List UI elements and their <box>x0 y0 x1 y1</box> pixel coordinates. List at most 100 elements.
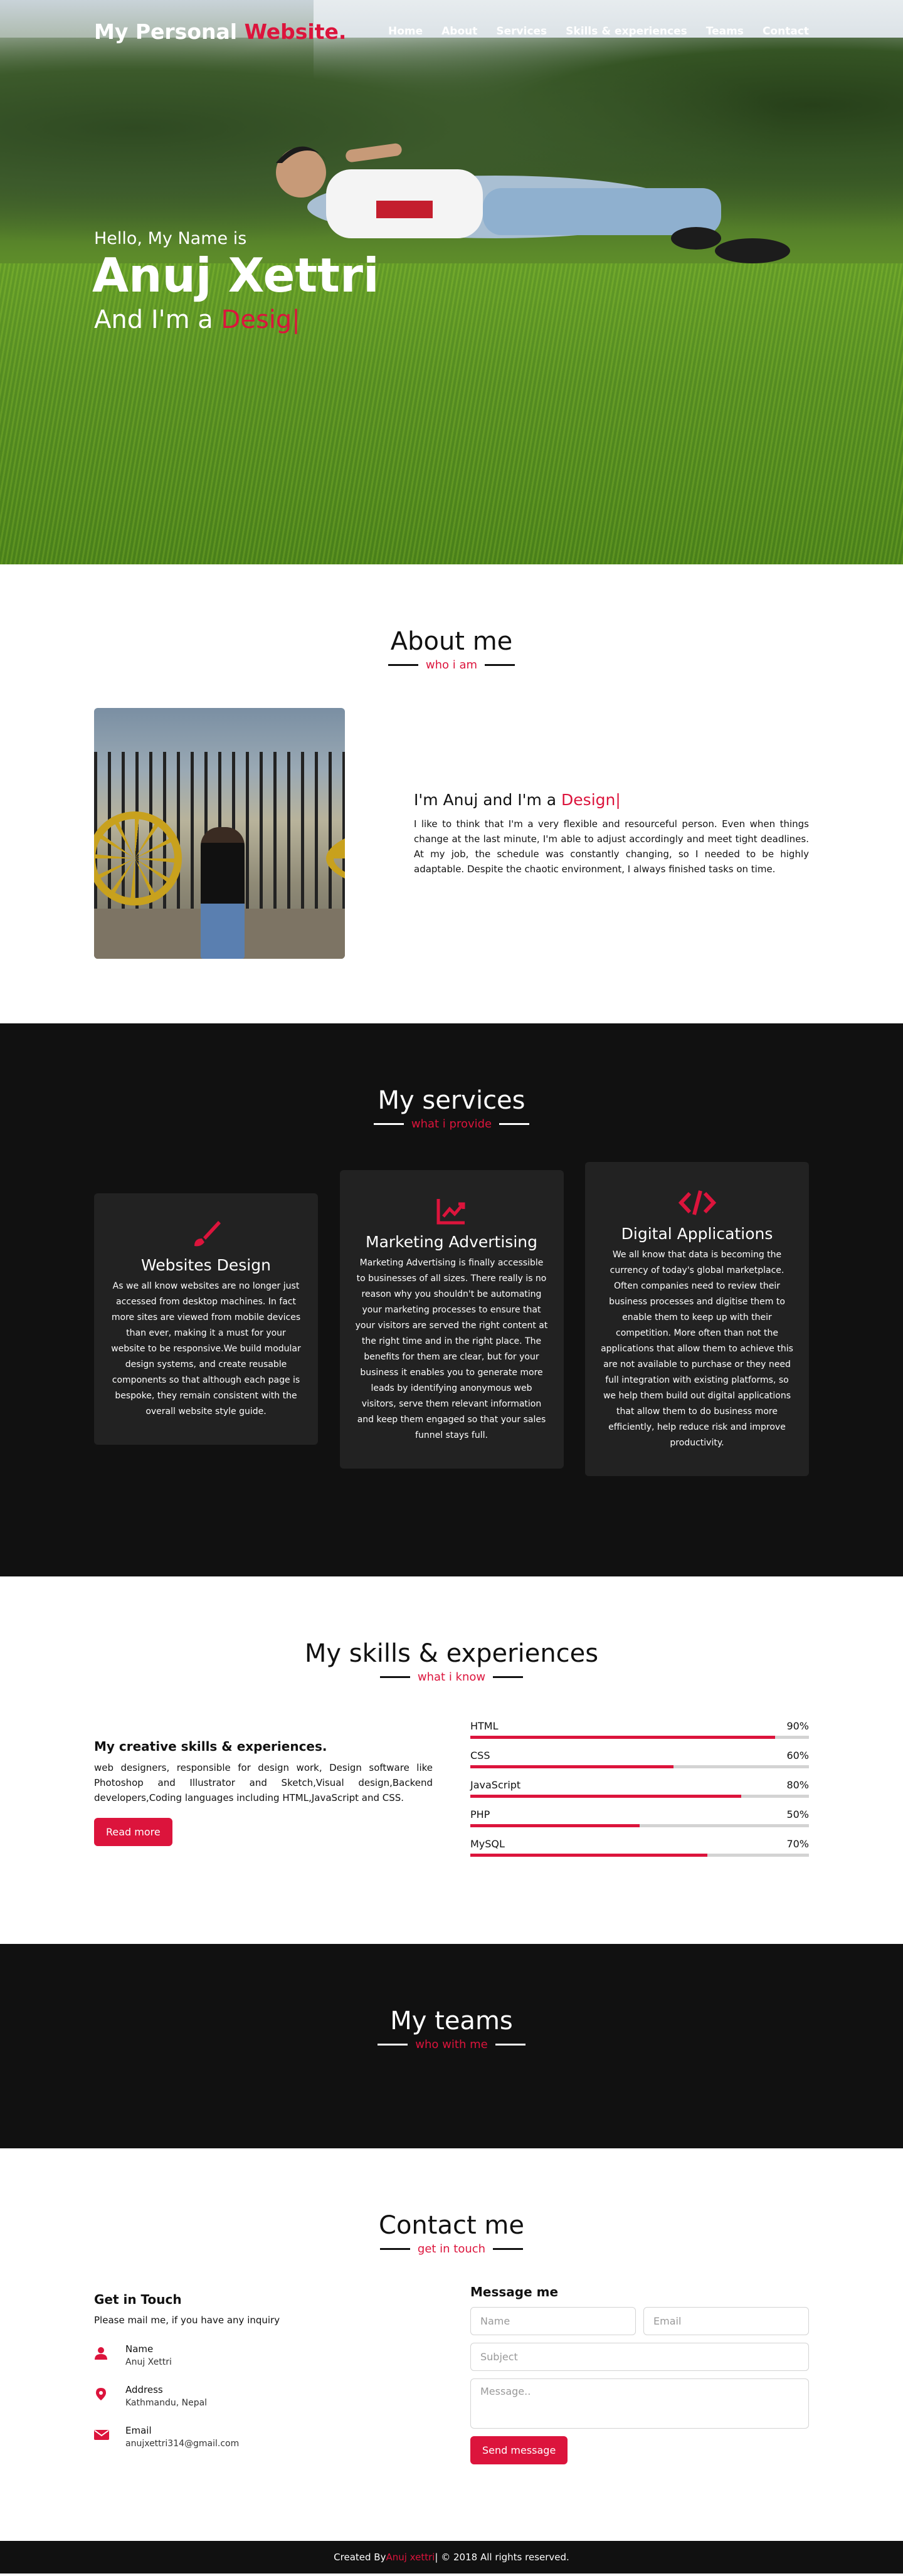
map-marker-icon <box>94 2387 125 2405</box>
skill-track <box>470 1854 809 1857</box>
contact-row-name: Name Anuj Xettri <box>94 2335 433 2375</box>
subject-input[interactable]: Subject <box>470 2343 809 2371</box>
teams-subtitle: who with me <box>415 2038 488 2051</box>
email-input[interactable]: Email <box>643 2307 809 2335</box>
nav-skills[interactable]: Skills & experiences <box>566 25 687 38</box>
service-card-digital-apps[interactable]: Digital Applications We all know that da… <box>585 1162 809 1476</box>
divider <box>379 1676 410 1678</box>
skills-paragraph: web designers, responsible for design wo… <box>94 1762 433 1803</box>
skills-section: My skills & experiences what i know My c… <box>0 1576 903 1944</box>
skill-percent: 90% <box>786 1720 809 1732</box>
chart-line-icon <box>355 1195 549 1227</box>
hero-role: And I'm a Desig| <box>94 305 596 334</box>
contact-row-head: Address <box>125 2383 163 2395</box>
service-title: Marketing Advertising <box>366 1232 537 1251</box>
site-logo[interactable]: My Personal Website. <box>94 19 346 44</box>
service-card-marketing[interactable]: Marketing Advertising Marketing Advertis… <box>339 1169 564 1469</box>
about-photo <box>94 708 345 959</box>
service-text: As we all know websites are no longer ju… <box>111 1281 301 1417</box>
contact-title: Contact me <box>379 2211 524 2240</box>
about-title: About me <box>390 627 513 656</box>
about-paragraph: I like to think that I'm a very flexible… <box>414 818 809 875</box>
code-icon <box>600 1187 794 1218</box>
contact-subtitle: get in touch <box>417 2242 486 2256</box>
service-title: Websites Design <box>141 1256 271 1274</box>
services-section: My services what i provide Websites Desi… <box>0 1023 903 1576</box>
nav-teams[interactable]: Teams <box>706 25 744 38</box>
nav-menu: Home About Services Skills & experiences… <box>388 25 809 38</box>
skill-track <box>470 1824 809 1827</box>
contact-row-value: Anuj Xettri <box>125 2357 172 2367</box>
logo-text: My Personal <box>94 19 245 44</box>
skill-percent: 50% <box>786 1808 809 1820</box>
services-title: My services <box>378 1086 525 1115</box>
footer-suffix: | © 2018 All rights reserved. <box>435 2552 569 2563</box>
divider <box>378 2044 408 2045</box>
skill-percent: 80% <box>786 1779 809 1791</box>
service-text: Marketing Advertising is finally accessi… <box>355 1257 548 1440</box>
footer-prefix: Created By <box>334 2552 386 2563</box>
photo-person <box>201 827 245 959</box>
skills-title: My skills & experiences <box>304 1639 599 1668</box>
skill-name: JavaScript <box>470 1779 521 1791</box>
message-textarea[interactable]: Message.. <box>470 2378 809 2429</box>
nav-about[interactable]: About <box>441 25 477 38</box>
skill-bars: HTML 90% CSS 60% JavaScript 80% PHP 50% MySQL 70% <box>470 1720 809 1867</box>
divider <box>373 1123 404 1125</box>
contact-row-value: Kathmandu, Nepal <box>125 2397 208 2408</box>
navbar: My Personal Website. Home About Services… <box>0 0 903 63</box>
nav-contact[interactable]: Contact <box>763 25 809 38</box>
divider <box>388 664 418 666</box>
about-subtitle: who i am <box>425 658 478 672</box>
hero-content: Hello, My Name is Anuj Xettri And I'm a … <box>92 229 596 337</box>
about-heading-prefix: I'm Anuj and I'm a <box>414 790 562 809</box>
footer: Created By Anuj xettri | © 2018 All righ… <box>0 2541 903 2573</box>
read-more-button[interactable]: Read more <box>94 1818 172 1846</box>
skill-percent: 70% <box>786 1838 809 1850</box>
service-title: Digital Applications <box>621 1225 773 1243</box>
skill-bar: JavaScript 80% <box>470 1779 809 1798</box>
hero-role-typing: Desig| <box>221 305 300 335</box>
nav-home[interactable]: Home <box>388 25 423 38</box>
skill-name: PHP <box>470 1808 490 1820</box>
skill-bar: CSS 60% <box>470 1750 809 1768</box>
message-me-title: Message me <box>470 2284 559 2299</box>
divider <box>493 2248 524 2250</box>
teams-section: My teams who with me <box>0 1944 903 2148</box>
hero-name: Anuj Xettri <box>92 248 379 303</box>
send-message-button[interactable]: Send message <box>470 2436 568 2464</box>
hero-role-prefix: And I'm a <box>94 305 221 335</box>
logo-accent-text: Website. <box>244 19 347 44</box>
about-heading: I'm Anuj and I'm a Design| <box>414 791 809 809</box>
skill-track <box>470 1736 809 1739</box>
home-hero: Hello, My Name is Anuj Xettri And I'm a … <box>0 0 903 564</box>
get-in-touch-title: Get in Touch <box>94 2292 182 2307</box>
skill-fill <box>470 1795 741 1798</box>
skill-fill <box>470 1824 640 1827</box>
envelope-icon <box>94 2429 125 2445</box>
skill-name: CSS <box>470 1750 490 1761</box>
get-in-touch-text: Please mail me, if you have any inquiry <box>94 2315 280 2326</box>
skills-heading: My creative skills & experiences. <box>94 1739 327 1754</box>
hero-greeting: Hello, My Name is <box>94 229 247 248</box>
service-card-web-design[interactable]: Websites Design As we all know websites … <box>94 1193 318 1445</box>
teams-title: My teams <box>390 2007 513 2035</box>
contact-row-head: Name <box>125 2343 154 2355</box>
contact-row-head: Email <box>125 2424 152 2436</box>
contact-section: Contact me get in touch Get in Touch Ple… <box>0 2148 903 2541</box>
skills-subtitle: what i know <box>417 1671 486 1684</box>
skill-fill <box>470 1854 707 1857</box>
skill-percent: 60% <box>786 1750 809 1761</box>
skill-fill <box>470 1736 775 1739</box>
name-input[interactable]: Name <box>470 2307 636 2335</box>
skill-bar: MySQL 70% <box>470 1838 809 1857</box>
skill-track <box>470 1765 809 1768</box>
footer-author-link[interactable]: Anuj xettri <box>386 2552 435 2563</box>
contact-row-address: Address Kathmandu, Nepal <box>94 2375 433 2416</box>
divider <box>499 1123 530 1125</box>
about-heading-typing: Design| <box>561 790 621 809</box>
paint-brush-icon <box>109 1218 303 1250</box>
divider <box>379 2248 410 2250</box>
services-subtitle: what i provide <box>411 1117 492 1131</box>
nav-services[interactable]: Services <box>496 25 547 38</box>
